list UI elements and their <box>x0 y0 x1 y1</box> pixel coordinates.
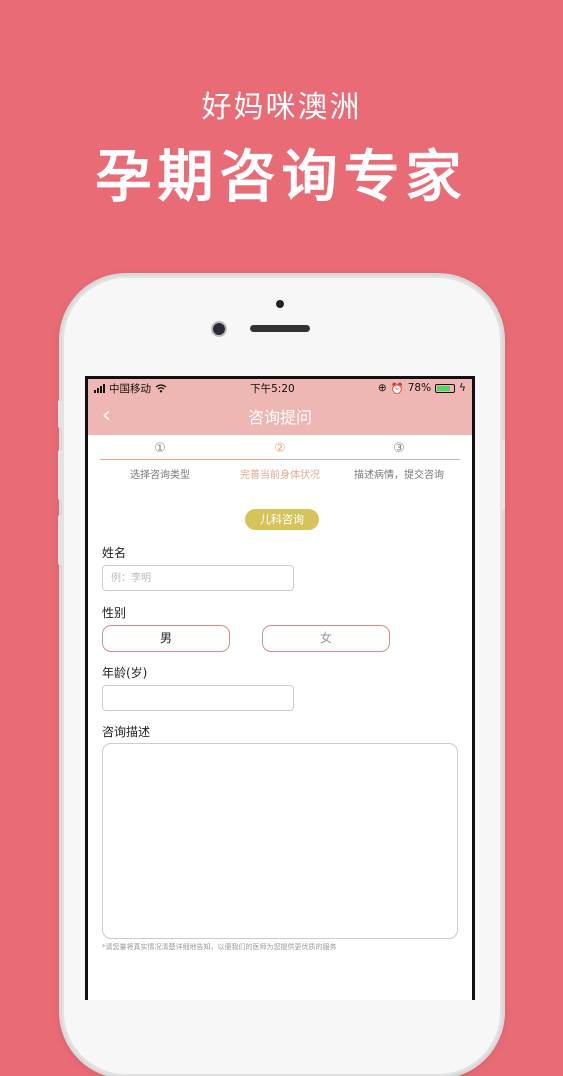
earpiece-speaker <box>250 325 310 332</box>
privacy-footnote: *请您量将真实情况清楚详细地告知，以便我们的医师为您提供更优质的服务 <box>102 943 337 951</box>
step-1-label: 选择咨询类型 <box>130 470 190 481</box>
carrier-name: 中国移动 <box>109 382 151 395</box>
battery-percent: 78% <box>407 382 432 394</box>
front-camera <box>213 323 225 335</box>
step-3: ③ 描述病情，提交咨询 <box>334 441 464 481</box>
status-bar: 中国移动 下午5:20 ⊕ ⏰ 78% ϟ <box>88 379 472 397</box>
step-2-label: 完善当前身体状况 <box>240 470 320 481</box>
step-3-number: ③ <box>393 441 405 456</box>
step-1: ① 选择咨询类型 <box>95 441 225 481</box>
back-button[interactable]: ‹ <box>102 403 111 428</box>
category-tag: 儿科咨询 <box>245 509 319 530</box>
wifi-icon <box>155 383 167 392</box>
phone-volume-down <box>58 515 62 565</box>
charging-icon: ϟ <box>459 382 466 394</box>
age-label: 年龄(岁) <box>102 666 148 680</box>
step-1-number: ① <box>154 441 166 456</box>
age-input[interactable] <box>102 685 294 711</box>
promo-subtitle: 好妈咪澳洲 <box>201 90 362 125</box>
gender-label: 性别 <box>102 606 127 620</box>
signal-icon <box>94 383 105 393</box>
phone-volume-up <box>58 450 62 500</box>
name-label: 姓名 <box>102 546 127 560</box>
nav-bar: ‹ 咨询提问 <box>88 397 472 435</box>
gender-male-button[interactable]: 男 <box>102 625 230 652</box>
gender-female-button[interactable]: 女 <box>262 625 390 652</box>
step-2-number: ② <box>274 441 286 456</box>
alarm-icon: ⏰ <box>390 382 404 395</box>
step-3-label: 描述病情，提交咨询 <box>354 470 444 481</box>
app-screen: 中国移动 下午5:20 ⊕ ⏰ 78% ϟ ‹ 咨询提问 ① 选择咨询类型 ② <box>85 376 475 1000</box>
proximity-sensor <box>276 300 284 308</box>
phone-side-button <box>58 400 62 428</box>
rotation-lock-icon: ⊕ <box>377 382 387 394</box>
promo-title: 孕期咨询专家 <box>95 145 468 210</box>
page-title: 咨询提问 <box>247 408 312 427</box>
step-indicator: ① 选择咨询类型 ② 完善当前身体状况 ③ 描述病情，提交咨询 <box>88 435 472 487</box>
description-label: 咨询描述 <box>102 725 151 739</box>
phone-power-button <box>501 440 505 510</box>
battery-icon <box>435 383 456 393</box>
status-time: 下午5:20 <box>250 382 295 395</box>
step-2: ② 完善当前身体状况 <box>215 441 345 481</box>
name-input[interactable] <box>102 565 294 591</box>
description-textarea[interactable] <box>102 743 458 939</box>
